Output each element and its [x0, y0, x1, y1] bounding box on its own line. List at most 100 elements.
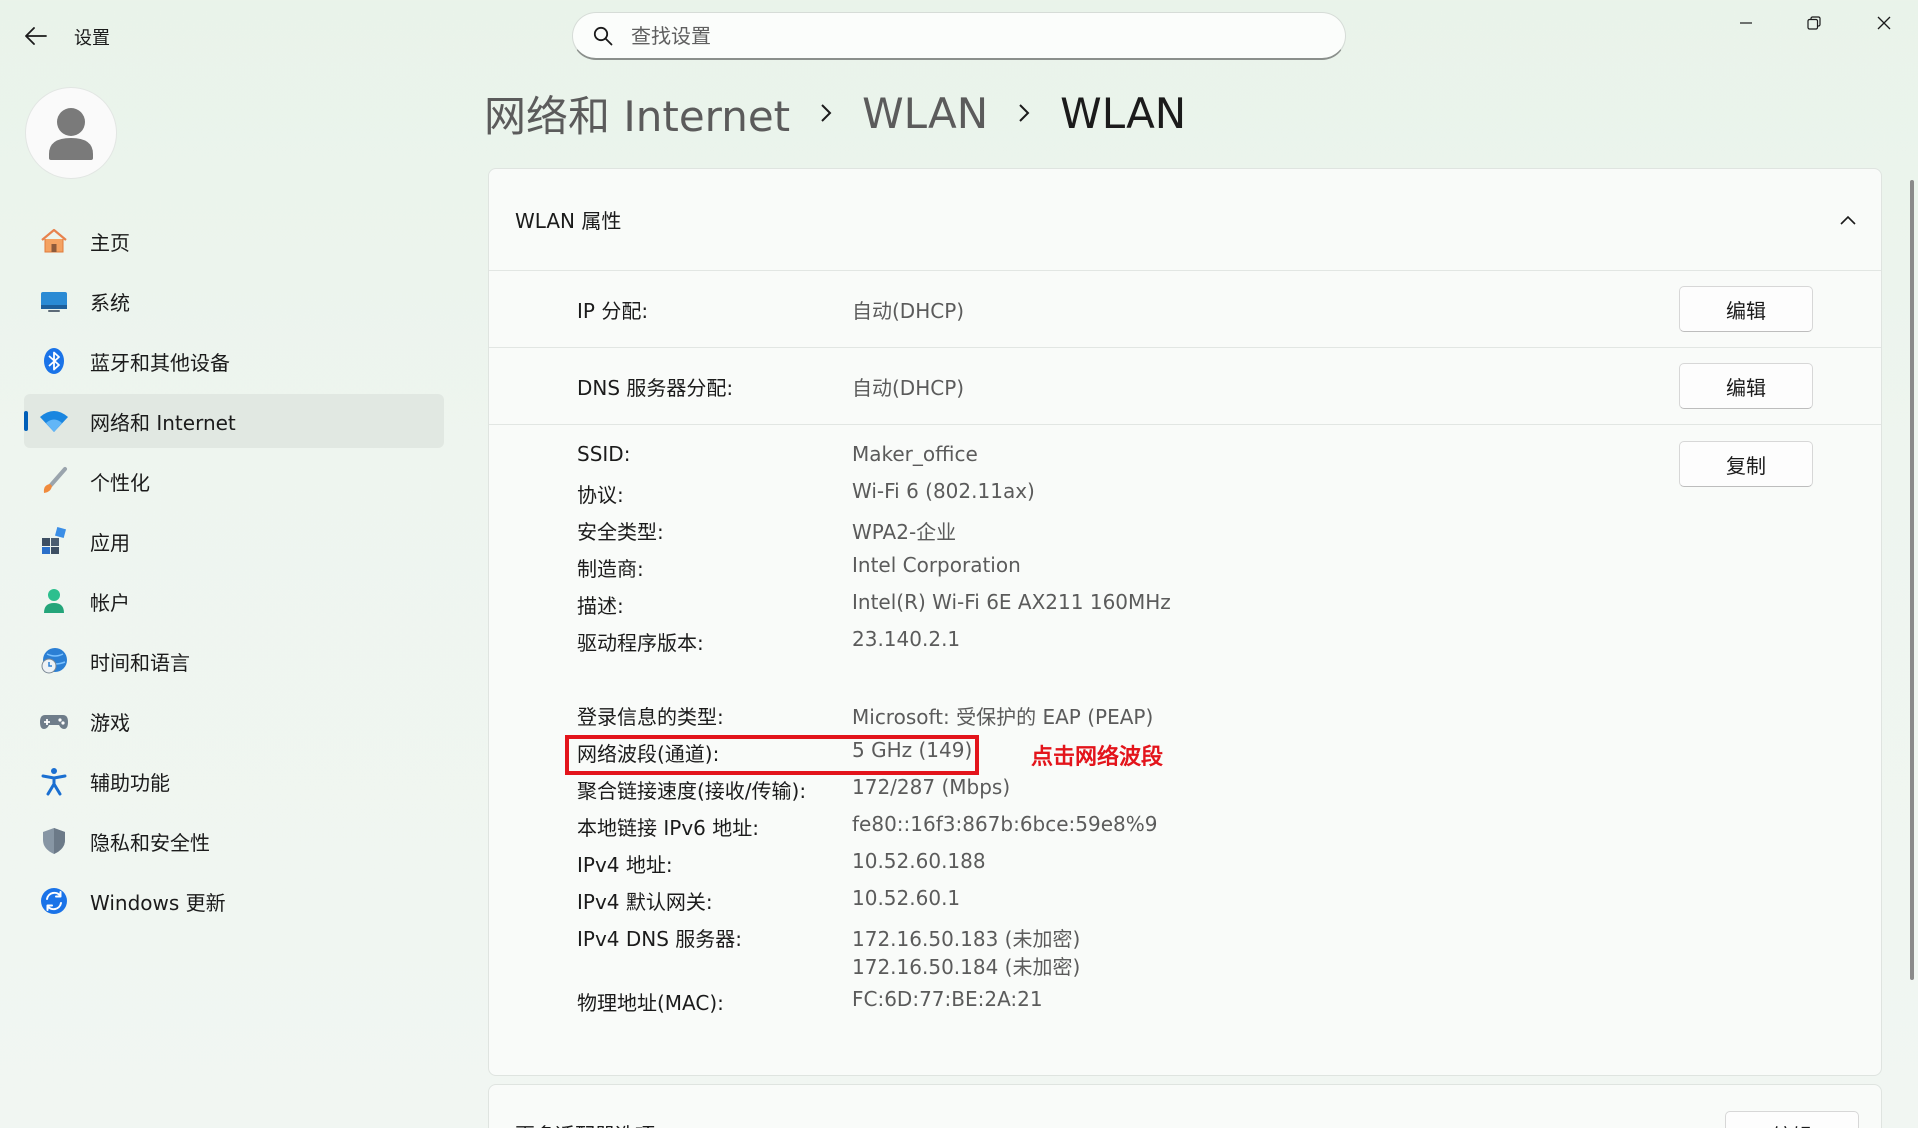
sidebar-item-label: 游戏 [90, 710, 130, 735]
chevron-right-icon [1018, 103, 1030, 123]
breadcrumb-network[interactable]: 网络和 Internet [484, 83, 790, 144]
sidebar-item-gaming[interactable]: 游戏 [24, 694, 444, 748]
annotation-label: 点击网络波段 [1031, 745, 1164, 770]
close-button[interactable] [1850, 0, 1918, 46]
more-adapter-options-card: 更多适配器选项 编辑 [488, 1084, 1882, 1128]
sidebar-item-apps[interactable]: 应用 [24, 514, 444, 568]
chevron-up-icon [1840, 215, 1856, 225]
sidebar-item-label: Windows 更新 [90, 890, 226, 915]
sidebar-item-label: 个性化 [90, 470, 150, 495]
app-title: 设置 [74, 28, 110, 49]
sidebar-item-label: 主页 [90, 230, 130, 255]
sidebar-nav: 主页 系统 蓝牙和其他设备 网络和 Internet 个性化 应用 帐户 时间和… [24, 214, 444, 934]
ip-assignment-row: IP 分配: 自动(DHCP) 编辑 [489, 271, 1881, 348]
minimize-button[interactable] [1712, 0, 1780, 46]
dns-assignment-row: DNS 服务器分配: 自动(DHCP) 编辑 [489, 348, 1881, 425]
edit-ip-button[interactable]: 编辑 [1679, 286, 1813, 332]
wlan-properties-header[interactable]: WLAN 属性 [489, 169, 1881, 271]
prop-label: 登录信息的类型: [577, 705, 724, 729]
shield-icon [38, 825, 70, 857]
prop-ipv6-link-local: 本地链接 IPv6 地址: fe80::16f3:867b:6bce:59e8%… [577, 812, 1477, 842]
restore-button[interactable] [1780, 0, 1848, 46]
prop-label: 本地链接 IPv6 地址: [577, 816, 759, 840]
ip-assignment-value: 自动(DHCP) [852, 298, 965, 323]
sidebar-item-personalization[interactable]: 个性化 [24, 454, 444, 508]
sidebar-item-privacy[interactable]: 隐私和安全性 [24, 814, 444, 868]
minimize-icon [1740, 22, 1752, 24]
gamepad-icon [38, 705, 70, 737]
sidebar-item-network[interactable]: 网络和 Internet [24, 394, 444, 448]
sidebar-item-label: 隐私和安全性 [90, 830, 210, 855]
prop-value: 23.140.2.1 [852, 627, 961, 651]
prop-label: 安全类型: [577, 520, 664, 544]
prop-value: 5 GHz (149) [852, 738, 973, 762]
page-title: WLAN [1060, 88, 1187, 138]
user-avatar[interactable] [26, 88, 116, 178]
breadcrumb-wlan[interactable]: WLAN [862, 89, 988, 138]
prop-label: SSID: [577, 442, 631, 466]
wlan-details: 复制 SSID: Maker_office 协议: Wi-Fi 6 (802.1… [489, 425, 1881, 1073]
chevron-right-icon [820, 103, 832, 123]
copy-button[interactable]: 复制 [1679, 441, 1813, 487]
search-input[interactable] [631, 23, 1311, 48]
prop-label: IPv4 DNS 服务器: [577, 927, 743, 951]
wifi-icon [38, 405, 70, 437]
prop-value: 10.52.60.188 [852, 849, 986, 873]
prop-value: Intel Corporation [852, 553, 1021, 577]
search-box[interactable] [572, 12, 1346, 60]
prop-label: IPv4 默认网关: [577, 890, 713, 914]
prop-label: 驱动程序版本: [577, 631, 704, 655]
sidebar-item-bluetooth[interactable]: 蓝牙和其他设备 [24, 334, 444, 388]
system-display-icon [38, 285, 70, 317]
prop-network-band[interactable]: 网络波段(通道): 5 GHz (149) [577, 738, 1477, 768]
prop-value: Maker_office [852, 442, 978, 466]
sidebar-item-time-language[interactable]: 时间和语言 [24, 634, 444, 688]
search-icon [593, 26, 613, 45]
back-arrow-icon [25, 27, 47, 45]
bluetooth-icon [38, 345, 70, 377]
prop-value: 10.52.60.1 [852, 886, 961, 910]
sidebar-item-accounts[interactable]: 帐户 [24, 574, 444, 628]
prop-ssid: SSID: Maker_office [577, 442, 1477, 472]
scrollbar-thumb[interactable] [1910, 180, 1914, 980]
prop-ipv4-gateway: IPv4 默认网关: 10.52.60.1 [577, 886, 1477, 916]
prop-value: FC:6D:77:BE:2A:21 [852, 987, 1043, 1011]
edit-adapter-button[interactable]: 编辑 [1725, 1111, 1859, 1128]
back-button[interactable] [18, 20, 54, 52]
prop-label: 物理地址(MAC): [577, 991, 724, 1015]
prop-value-secondary: 172.16.50.184 (未加密) [852, 955, 1081, 979]
sidebar-item-label: 帐户 [90, 590, 130, 615]
home-icon [38, 225, 70, 257]
prop-protocol: 协议: Wi-Fi 6 (802.11ax) [577, 479, 1477, 509]
ip-assignment-label: IP 分配: [577, 298, 649, 323]
edit-dns-button[interactable]: 编辑 [1679, 363, 1813, 409]
prop-label: 描述: [577, 594, 624, 618]
sidebar-item-label: 蓝牙和其他设备 [90, 350, 230, 375]
user-placeholder-icon [49, 108, 93, 160]
account-icon [38, 585, 70, 617]
sidebar-item-windows-update[interactable]: Windows 更新 [24, 874, 444, 928]
sidebar-item-accessibility[interactable]: 辅助功能 [24, 754, 444, 808]
prop-value: Wi-Fi 6 (802.11ax) [852, 479, 1035, 503]
prop-ipv4-dns: IPv4 DNS 服务器: 172.16.50.183 (未加密) 172.16… [577, 923, 1477, 981]
sidebar-item-label: 应用 [90, 530, 130, 555]
prop-security-type: 安全类型: WPA2-企业 [577, 516, 1477, 546]
prop-label: 制造商: [577, 557, 644, 581]
breadcrumb: 网络和 Internet WLAN WLAN [484, 82, 1186, 144]
wlan-properties-card: WLAN 属性 IP 分配: 自动(DHCP) 编辑 DNS 服务器分配: 自动… [488, 168, 1882, 1076]
accessibility-icon [38, 765, 70, 797]
prop-value: Microsoft: 受保护的 EAP (PEAP) [852, 705, 1154, 729]
title-bar: 设置 [0, 0, 1918, 72]
prop-value: 172.16.50.183 (未加密) [852, 927, 1081, 951]
sidebar-item-label: 时间和语言 [90, 650, 190, 675]
prop-driver-version: 驱动程序版本: 23.140.2.1 [577, 627, 1477, 657]
sidebar-item-label: 辅助功能 [90, 770, 170, 795]
prop-description: 描述: Intel(R) Wi-Fi 6E AX211 160MHz [577, 590, 1477, 620]
sidebar-item-home[interactable]: 主页 [24, 214, 444, 268]
prop-label: 聚合链接速度(接收/传输): [577, 779, 807, 803]
sidebar-item-system[interactable]: 系统 [24, 274, 444, 328]
card2-title: 更多适配器选项 [515, 1119, 655, 1128]
card-title: WLAN 属性 [515, 209, 622, 233]
dns-assignment-label: DNS 服务器分配: [577, 375, 734, 400]
prop-link-speed: 聚合链接速度(接收/传输): 172/287 (Mbps) [577, 775, 1477, 805]
